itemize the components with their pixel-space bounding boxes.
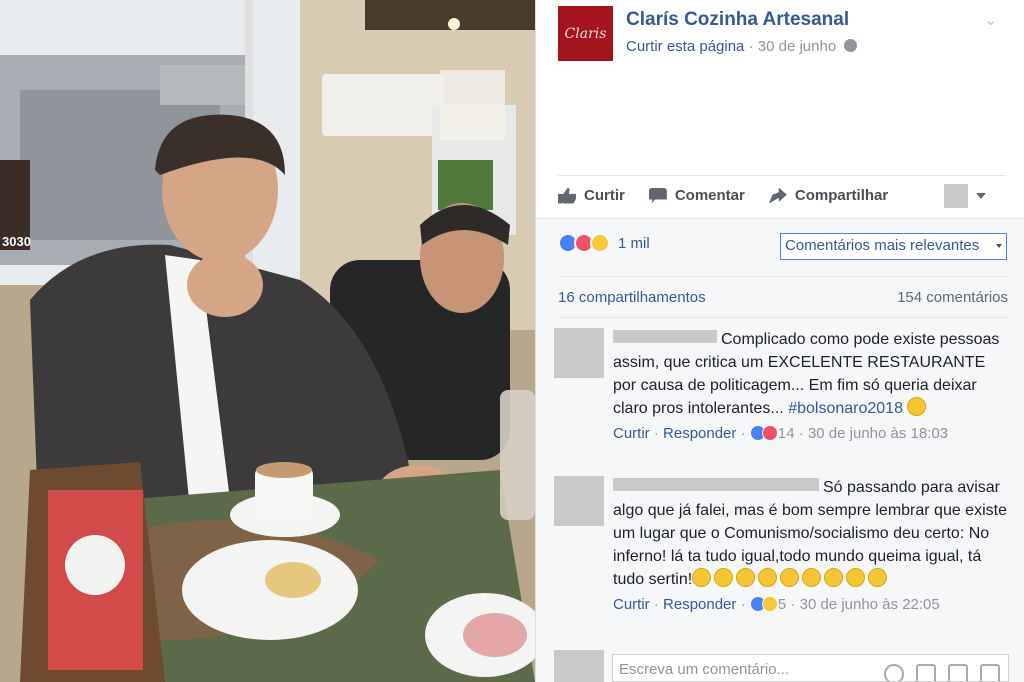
avatar	[554, 650, 604, 682]
laughing-emoji-icon	[780, 568, 800, 587]
page-name-link[interactable]: Clarís Cozinha Artesanal	[626, 9, 849, 31]
comment-body: Complicado como pode existe pessoas assi…	[613, 328, 1009, 445]
comment-reply-link[interactable]: Responder	[663, 596, 736, 613]
comment-text: Só passando para avisar algo que já fale…	[613, 476, 1009, 591]
caret-down-icon	[976, 192, 986, 199]
like-page-link[interactable]: Curtir esta página	[626, 38, 744, 55]
laughing-emoji-icon	[868, 568, 888, 587]
comment-label: Comentar	[674, 187, 745, 204]
thumbs-up-icon	[558, 187, 576, 204]
comment-body: Só passando para avisar algo que já fale…	[613, 476, 1009, 616]
laughing-emoji-icon	[846, 568, 866, 587]
comment-actions: Curtir · Responder · 14 · 30 de junho às…	[613, 425, 949, 442]
comment-icon	[648, 187, 667, 204]
reactions-summary[interactable]: 1 mil	[558, 233, 650, 253]
shares-count-link[interactable]: 16 compartilhamentos	[558, 289, 706, 306]
haha-reaction-icon	[590, 233, 610, 253]
comment-reply-link[interactable]: Responder	[663, 425, 736, 442]
comment-timestamp[interactable]: 30 de junho às 22:05	[800, 596, 940, 613]
post-photo[interactable]: 3030	[0, 0, 535, 682]
commenter-avatar[interactable]	[554, 328, 604, 378]
laughing-emoji-icon	[802, 568, 822, 587]
comment-reaction-count[interactable]: 5	[778, 596, 786, 613]
hashtag-link[interactable]: #bolsonaro2018	[788, 400, 903, 417]
share-button[interactable]: Compartilhar	[768, 187, 889, 204]
laughing-emoji-icon	[692, 568, 712, 587]
like-button[interactable]: Curtir	[558, 187, 625, 204]
caret-down-icon	[996, 244, 1002, 248]
globe-icon	[844, 39, 858, 52]
laughing-emoji-icon	[714, 568, 734, 587]
love-reaction-icon	[761, 425, 778, 441]
comment-reaction-count[interactable]: 14	[778, 425, 795, 442]
post-stats: 16 compartilhamentos 154 comentários	[558, 276, 1008, 318]
comments-count-link[interactable]: 154 comentários	[897, 289, 1008, 306]
comment-text: Complicado como pode existe pessoas assi…	[613, 328, 1009, 420]
price-sign: 3030	[2, 234, 31, 249]
haha-reaction-icon	[761, 596, 778, 612]
comment-sort-dropdown[interactable]: Comentários mais relevantes	[780, 233, 1007, 260]
chevron-down-icon[interactable]: ⌄	[984, 10, 997, 30]
post-action-bar: Curtir Comentar Compartilhar	[558, 175, 1006, 215]
sort-label: Comentários mais relevantes	[785, 237, 980, 254]
facebook-post-panel: Claris Clarís Cozinha Artesanal Curtir e…	[535, 0, 1024, 682]
share-icon	[768, 187, 787, 204]
page-subtitle: Curtir esta página · 30 de junho	[626, 38, 858, 55]
comment-input-placeholder: Escreva um comentário...	[619, 661, 790, 678]
photo-illustration: 3030	[0, 0, 535, 682]
comment-input[interactable]: Escreva um comentário...	[612, 654, 1009, 682]
sticker-icon[interactable]	[980, 664, 1000, 681]
actor-selector[interactable]	[944, 183, 986, 208]
pacman-emoji-icon	[907, 397, 927, 416]
comment-actions: Curtir · Responder · 5 · 30 de junho às …	[613, 596, 940, 613]
commenter-name-redacted[interactable]	[613, 478, 819, 491]
page-logo-text: Claris	[564, 25, 607, 42]
comment-timestamp[interactable]: 30 de junho às 18:03	[808, 425, 948, 442]
write-comment-row: Escreva um comentário...	[554, 650, 1009, 682]
reaction-count: 1 mil	[618, 234, 650, 252]
commenter-avatar[interactable]	[554, 476, 604, 526]
share-label: Compartilhar	[794, 187, 889, 204]
gif-icon[interactable]	[948, 664, 968, 681]
laughing-emoji-icon	[736, 568, 756, 587]
avatar	[944, 183, 968, 208]
comment-like-link[interactable]: Curtir	[613, 596, 650, 613]
page-logo[interactable]: Claris	[558, 6, 613, 61]
laughing-emoji-icon	[758, 568, 778, 587]
commenter-name-redacted[interactable]	[613, 330, 717, 343]
comment-like-link[interactable]: Curtir	[613, 425, 650, 442]
separator: ·	[748, 38, 754, 55]
camera-icon[interactable]	[916, 664, 936, 681]
emoji-icon[interactable]	[884, 664, 904, 681]
comment-input-tools	[884, 664, 1000, 681]
laughing-emoji-icon	[824, 568, 844, 587]
post-date[interactable]: 30 de junho	[758, 38, 836, 55]
like-label: Curtir	[584, 187, 625, 204]
comment-button[interactable]: Comentar	[648, 187, 745, 204]
